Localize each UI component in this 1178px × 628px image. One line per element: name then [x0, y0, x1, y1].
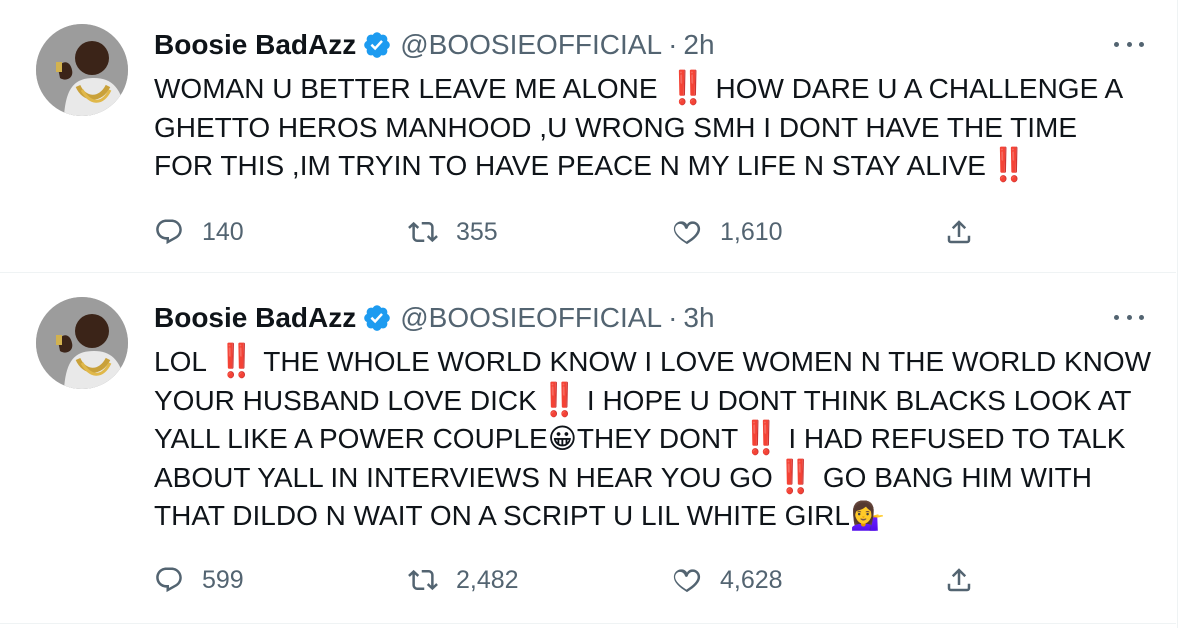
reply-count: 599: [202, 565, 244, 594]
more-icon[interactable]: [1114, 34, 1144, 54]
tweet-actions: 599 2,482 4,628: [154, 558, 994, 602]
retweet-count: 355: [456, 217, 498, 246]
share-button[interactable]: [944, 558, 974, 602]
tweet-actions: 140 355 1,610: [154, 210, 994, 254]
verified-badge-icon: [362, 303, 392, 333]
like-icon: [673, 569, 701, 593]
tweet-text: WOMAN U BETTER LEAVE ME ALONE ‼️ HOW DAR…: [154, 70, 1154, 186]
like-button[interactable]: 4,628: [672, 558, 783, 602]
tweet[interactable]: Boosie BadAzz @BOOSIEOFFICIAL · 2h WOMAN…: [0, 0, 1176, 273]
verified-badge-icon: [362, 30, 392, 60]
avatar-image: [36, 297, 128, 389]
retweet-icon: [408, 221, 438, 243]
author-handle[interactable]: @BOOSIEOFFICIAL: [400, 302, 662, 334]
like-count: 4,628: [720, 565, 783, 594]
timestamp[interactable]: 2h: [683, 29, 714, 61]
separator: ·: [668, 29, 678, 60]
reply-icon: [156, 219, 182, 245]
double-exclamation-emoji: ‼️: [217, 343, 255, 380]
reply-button[interactable]: 140: [154, 210, 244, 254]
person-tipping-hand-emoji: 💁‍♀️: [849, 500, 885, 531]
like-button[interactable]: 1,610: [672, 210, 783, 254]
retweet-button[interactable]: 355: [408, 210, 498, 254]
reply-button[interactable]: 599: [154, 558, 244, 602]
author-name[interactable]: Boosie BadAzz: [154, 302, 356, 334]
retweet-button[interactable]: 2,482: [408, 558, 519, 602]
double-exclamation-emoji: ‼️: [742, 420, 779, 457]
reply-count: 140: [202, 217, 244, 246]
timestamp[interactable]: 3h: [683, 302, 714, 334]
tweet-header: Boosie BadAzz @BOOSIEOFFICIAL · 2h: [154, 27, 715, 63]
author-handle[interactable]: @BOOSIEOFFICIAL: [400, 29, 662, 61]
author-name[interactable]: Boosie BadAzz: [154, 29, 356, 61]
text-segment: LOL: [154, 346, 214, 377]
retweet-icon: [408, 569, 438, 591]
double-exclamation-emoji: ‼️: [776, 459, 814, 495]
text-segment: THEY DONT: [576, 423, 739, 454]
text-segment: WOMAN U BETTER LEAVE ME ALONE: [154, 73, 666, 104]
separator: ·: [668, 302, 678, 333]
avatar-image: [36, 24, 128, 116]
retweet-count: 2,482: [456, 565, 519, 594]
grinning-face-emoji: 😀: [547, 423, 577, 454]
tweet-text: LOL ‼️ THE WHOLE WORLD KNOW I LOVE WOMEN…: [154, 343, 1154, 536]
more-icon[interactable]: [1114, 307, 1144, 327]
tweet[interactable]: Boosie BadAzz @BOOSIEOFFICIAL · 3h LOL ‼…: [0, 273, 1176, 624]
like-count: 1,610: [720, 217, 783, 246]
tweet-header: Boosie BadAzz @BOOSIEOFFICIAL · 3h: [154, 300, 715, 336]
avatar[interactable]: [36, 297, 128, 389]
share-button[interactable]: [944, 210, 974, 254]
double-exclamation-emoji: ‼️: [669, 70, 706, 107]
share-icon: [947, 220, 971, 244]
avatar[interactable]: [36, 24, 128, 116]
reply-icon: [156, 567, 182, 593]
double-exclamation-emoji: ‼️: [989, 147, 1027, 184]
like-icon: [673, 221, 701, 245]
share-icon: [947, 568, 971, 592]
double-exclamation-emoji: ‼️: [540, 382, 578, 418]
timeline-feed: Boosie BadAzz @BOOSIEOFFICIAL · 2h WOMAN…: [0, 0, 1178, 628]
